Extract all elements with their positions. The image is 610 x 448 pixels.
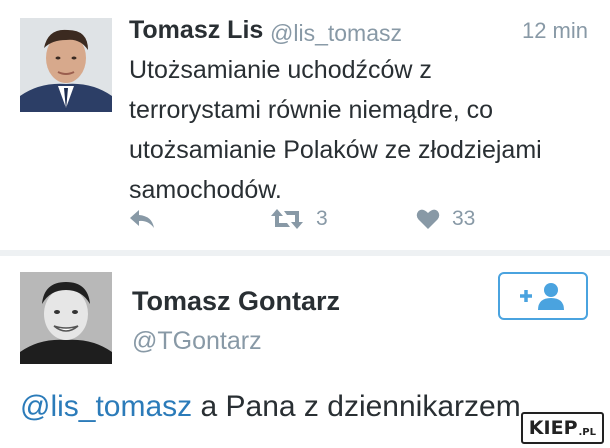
tweet-text-line: terrorystami równie niemądre, co — [129, 96, 494, 124]
tweet-text-line: utożsamianie Polaków ze złodziejami — [129, 136, 542, 164]
avatar[interactable] — [20, 18, 112, 112]
avatar[interactable] — [20, 272, 112, 364]
tweet-text-line: Utożsamianie uchodźców z — [129, 56, 432, 84]
reply-icon — [130, 210, 154, 228]
site-watermark-logo: KIEP .PL — [520, 412, 604, 444]
add-user-icon — [520, 283, 564, 310]
person-avatar-image — [20, 272, 112, 364]
tweet-actions: 3 33 — [128, 204, 598, 234]
author-handle[interactable]: @TGontarz — [132, 327, 262, 356]
tweet-text: @lis_tomasz a Pana z dziennikarzem — [20, 390, 521, 424]
person-avatar-image — [20, 18, 112, 112]
like-count: 33 — [452, 207, 476, 230]
heart-icon — [416, 209, 440, 229]
like-button[interactable]: 33 — [416, 204, 475, 234]
author-handle[interactable]: @lis_tomasz — [270, 20, 402, 47]
tweet-text-body: a Pana z dziennikarzem — [192, 390, 521, 423]
author-name[interactable]: Tomasz Gontarz — [132, 286, 340, 317]
tweet-gontarz[interactable]: Tomasz Gontarz @TGontarz @lis_tomasz a P… — [0, 256, 610, 448]
retweet-count: 3 — [316, 207, 328, 230]
author-name[interactable]: Tomasz Lis — [129, 16, 263, 45]
mention-link[interactable]: @lis_tomasz — [20, 390, 192, 423]
retweet-button[interactable]: 3 — [270, 204, 328, 234]
watermark-brand: KIEP — [528, 417, 578, 439]
tweet-lis[interactable]: Tomasz Lis @lis_tomasz 12 min Utożsamian… — [0, 0, 610, 250]
watermark-suffix: .PL — [578, 426, 597, 438]
tweet-text: Utożsamianie uchodźców z terrorystami ró… — [129, 50, 599, 210]
follow-button[interactable] — [498, 272, 588, 320]
retweet-icon — [271, 209, 303, 229]
tweet-timestamp[interactable]: 12 min — [522, 18, 588, 44]
reply-button[interactable] — [128, 204, 156, 234]
